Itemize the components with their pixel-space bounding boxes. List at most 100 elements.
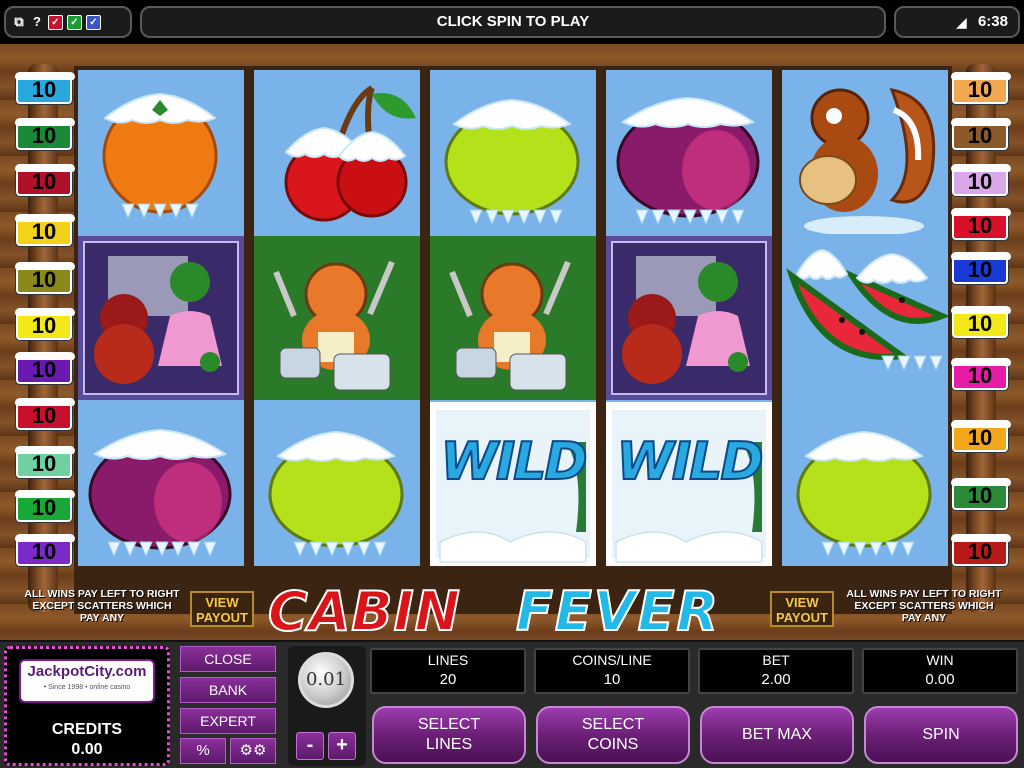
payline-badge[interactable]: 10 [951, 420, 1011, 452]
rules-note-left: ALL WINS PAY LEFT TO RIGHT EXCEPT SCATTE… [24, 588, 180, 624]
select-lines-label: SELECT LINES [417, 716, 481, 753]
lines-value: 20 [439, 671, 457, 688]
payline-number: 10 [31, 77, 57, 102]
credits-value: 0.00 [71, 741, 103, 758]
top-bar: ⧉ ? ✓ ✓ ✓ CLICK SPIN TO PLAY ◢ 6:38 [0, 0, 1024, 44]
snow-cap [951, 164, 1011, 172]
snow-cap [15, 164, 75, 172]
reel-2 [254, 70, 420, 566]
snow-cap [951, 478, 1011, 486]
snow-cap [951, 252, 1011, 260]
payline-number: 10 [31, 123, 57, 148]
select-coins-button[interactable]: SELECT COINS [536, 706, 690, 764]
window-icon[interactable]: ⧉ [12, 15, 26, 29]
payline-number: 10 [967, 311, 993, 336]
payline-badge[interactable]: 10 [951, 72, 1011, 104]
percent-button[interactable]: % [180, 738, 226, 764]
payline-indicators-left: 10 10 10 10 10 10 10 10 10 10 10 [12, 58, 75, 578]
symbol-wild: WILD [606, 402, 772, 566]
payline-badge[interactable]: 10 [15, 262, 75, 294]
payline-number: 10 [967, 123, 993, 148]
close-button[interactable]: CLOSE [180, 646, 276, 672]
flag-green-icon[interactable]: ✓ [67, 14, 82, 30]
snow-cap [15, 118, 75, 126]
symbol-lemon [782, 402, 948, 566]
payline-number: 10 [31, 495, 57, 520]
flag-red-icon[interactable]: ✓ [48, 14, 63, 30]
view-payout-button-left[interactable]: VIEW PAYOUT [190, 591, 254, 627]
symbol-plum [606, 70, 772, 234]
symbol-wild: WILD [430, 402, 596, 566]
payline-badge[interactable]: 10 [951, 478, 1011, 510]
game-logo: CABIN FEVER [267, 576, 758, 644]
payline-badge[interactable]: 10 [15, 352, 75, 384]
logo-word-fever: FEVER [515, 579, 721, 644]
bet-max-button[interactable]: BET MAX [700, 706, 854, 764]
top-right-status: ◢ 6:38 [894, 6, 1020, 38]
lines-display: LINES 20 [370, 648, 526, 694]
payline-number: 10 [967, 425, 993, 450]
payline-badge[interactable]: 10 [951, 208, 1011, 240]
payline-badge[interactable]: 10 [15, 308, 75, 340]
select-coins-label: SELECT COINS [581, 716, 645, 753]
payline-badge[interactable]: 10 [15, 398, 75, 430]
snow-cap [951, 534, 1011, 542]
snow-cap [15, 214, 75, 222]
coin-value-chip[interactable]: 0.01 [298, 652, 354, 708]
game-board: WILD WILD 10 10 10 10 10 10 10 10 10 10 10 10 10 10 1… [0, 44, 1024, 644]
win-label: WIN [926, 652, 954, 668]
symbol-plum [78, 402, 244, 566]
wild-text: WILD [439, 431, 588, 493]
flag-blue-icon[interactable]: ✓ [86, 14, 101, 30]
payline-badge[interactable]: 10 [15, 72, 75, 104]
bet-value: 2.00 [761, 671, 791, 688]
coin-decrease-button[interactable]: - [296, 732, 324, 760]
coins-per-line-label: COINS/LINE [572, 652, 652, 668]
casino-logo: JackpotCity.com • Since 1998 • online ca… [19, 659, 155, 703]
symbol-beaver [254, 236, 420, 400]
expert-button[interactable]: EXPERT [180, 708, 276, 734]
coin-selector: 0.01 - + [288, 646, 366, 766]
payline-number: 10 [31, 169, 57, 194]
payline-badge[interactable]: 10 [15, 118, 75, 150]
payline-badge[interactable]: 10 [951, 306, 1011, 338]
settings-icon[interactable]: ⚙⚙ [230, 738, 276, 764]
payline-indicators-right: 10 10 10 10 10 10 10 10 10 10 [948, 58, 1011, 578]
payline-badge[interactable]: 10 [15, 446, 75, 478]
payline-badge[interactable]: 10 [15, 534, 75, 566]
payline-badge[interactable]: 10 [15, 214, 75, 246]
bet-label: BET [762, 652, 790, 668]
reel-3: WILD [430, 70, 596, 566]
bank-button[interactable]: BANK [180, 677, 276, 703]
payline-badge[interactable]: 10 [951, 358, 1011, 390]
coin-increase-button[interactable]: + [328, 732, 356, 760]
snow-cap [15, 352, 75, 360]
payline-badge[interactable]: 10 [951, 118, 1011, 150]
reel-4: WILD [606, 70, 772, 566]
snow-cap [15, 446, 75, 454]
select-lines-button[interactable]: SELECT LINES [372, 706, 526, 764]
payline-badge[interactable]: 10 [951, 252, 1011, 284]
payline-number: 10 [967, 483, 993, 508]
clock: 6:38 [977, 13, 1008, 30]
symbol-watermelon [782, 236, 948, 400]
symbol-cherries [254, 70, 420, 234]
symbol-bears [78, 236, 244, 400]
help-icon[interactable]: ? [30, 15, 44, 29]
credits-label: CREDITS [51, 721, 123, 738]
logo-word-cabin: CABIN [267, 579, 461, 644]
payline-badge[interactable]: 10 [951, 534, 1011, 566]
reel-1 [78, 70, 244, 566]
payline-badge[interactable]: 10 [951, 164, 1011, 196]
symbol-orange [78, 70, 244, 234]
snow-cap [951, 420, 1011, 428]
casino-brand-box: JackpotCity.com • Since 1998 • online ca… [4, 646, 170, 766]
win-display: WIN 0.00 [862, 648, 1018, 694]
reel-5 [782, 70, 948, 566]
payline-badge[interactable]: 10 [15, 490, 75, 522]
payline-number: 10 [31, 357, 57, 382]
snow-cap [15, 262, 75, 270]
payline-badge[interactable]: 10 [15, 164, 75, 196]
view-payout-button-right[interactable]: VIEW PAYOUT [770, 591, 834, 627]
spin-button[interactable]: SPIN [864, 706, 1018, 764]
